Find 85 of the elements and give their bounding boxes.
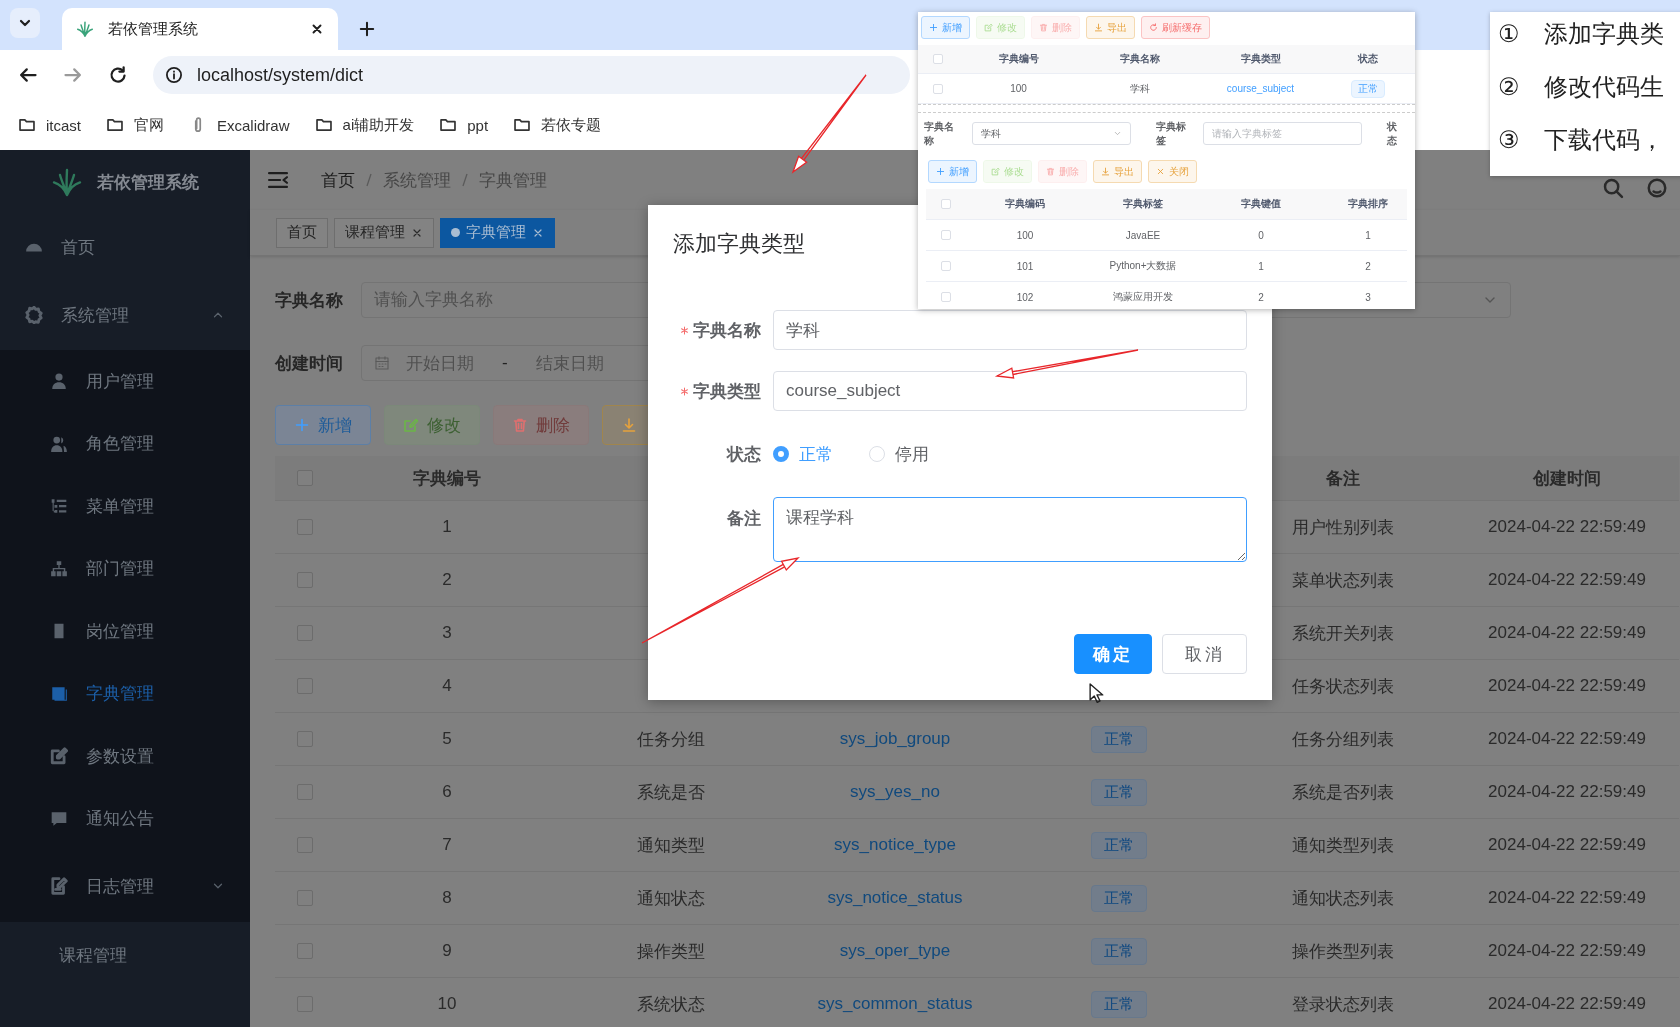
status-tag: 正常 [1091,990,1147,1018]
status-tag: 正常 [1091,831,1147,859]
column-header: 字典排序 [1348,197,1388,211]
field-label: 字典名称 [924,119,955,148]
table-cell: 学科 [1129,81,1150,96]
table-cell: 2024-04-22 22:59:49 [1488,729,1646,749]
table-cell-text: 任务分组 [637,728,705,751]
table-cell: 5 [442,729,452,749]
column-header: 字典类型 [1240,52,1281,66]
step-text: 下载代码， [1544,125,1664,155]
table-cell-text: 任务状态列表 [1292,675,1394,698]
field-label: 字典名称 [275,289,344,312]
app-title: 若依管理系统 [97,171,199,194]
table-cell: 3 [1365,291,1371,303]
step-number: ③ [1498,126,1521,154]
table-cell: 1 [1258,260,1264,272]
table-cell-text: 通知状态列表 [1292,887,1394,910]
table-cell-text: 操作类型 [637,940,705,963]
status-tag: 正常 [1091,725,1147,753]
column-header: 字典编号 [998,52,1039,66]
column-header: 字典编号 [413,467,481,490]
step-number: ② [1498,73,1521,101]
field-label: 状态 [727,443,761,466]
table-cell: 10 [437,994,457,1014]
field-label: 字典类型 [693,380,761,403]
table-cell-text: 用户性别列表 [1292,516,1394,539]
table-cell: 100 [1010,83,1027,94]
table-cell: 2 [1258,291,1264,303]
table-cell: 鸿蒙应用开发 [1113,290,1173,304]
table-cell: 2 [1365,260,1371,272]
table-cell: 2024-04-22 22:59:49 [1488,941,1646,961]
column-header: 创建时间 [1533,467,1601,490]
field-label: 状态 [1387,119,1399,148]
step-text: 添加字典类 [1544,19,1664,49]
table-cell: 2024-04-22 22:59:49 [1488,835,1646,855]
table-cell-text: 任务分组列表 [1292,728,1394,751]
table-cell-text: 通知类型列表 [1292,834,1394,857]
table-cell: 8 [442,888,452,908]
table-cell-text: 系统是否 [637,781,705,804]
table-cell: 2024-04-22 22:59:49 [1488,888,1646,908]
column-header: 字典编码 [1005,197,1045,211]
table-cell: JavaEE [1125,229,1161,241]
table-cell: 2024-04-22 22:59:49 [1488,517,1646,537]
status-tag: 正常 [1091,778,1147,806]
table-cell-text: 通知类型 [637,834,705,857]
column-header: 字典标签 [1123,197,1163,211]
field-label: 备注 [727,508,761,530]
table-cell: 101 [1016,260,1034,272]
table-cell: 2024-04-22 22:59:49 [1488,676,1646,696]
table-cell: 100 [1016,229,1034,241]
table-cell: 7 [442,835,452,855]
column-header: 字典键值 [1241,197,1281,211]
step-number: ① [1498,20,1521,48]
table-cell: 9 [442,941,452,961]
status-tag: 正常 [1091,884,1147,912]
column-header: 备注 [1326,467,1360,490]
field-label: 字典名称 [693,319,761,342]
field-label: 创建时间 [275,352,344,375]
table-cell: 1 [442,517,452,537]
table-cell-text: 系统开关列表 [1292,622,1394,645]
status-tag: 正常 [1351,79,1385,98]
table-cell-text: 登录状态列表 [1292,993,1394,1016]
table-cell-text: 系统是否列表 [1292,781,1394,804]
status-tag: 正常 [1091,937,1147,965]
table-cell: 3 [442,623,452,643]
table-cell: 102 [1016,291,1034,303]
table-cell: 2024-04-22 22:59:49 [1488,623,1646,643]
column-header: 字典名称 [1119,52,1160,66]
table-cell: Python+大数据 [1109,259,1177,273]
table-cell: 2 [442,570,452,590]
table-cell: 1 [1365,229,1371,241]
table-cell-text: 菜单状态列表 [1292,569,1394,592]
field-label: 字典标签 [1155,119,1187,148]
table-cell: 6 [442,782,452,802]
table-cell: 0 [1258,229,1264,241]
table-cell: 2024-04-22 22:59:49 [1488,570,1646,590]
table-cell-text: 系统状态 [637,993,705,1016]
table-cell-text: 操作类型列表 [1292,940,1394,963]
column-header: 状态 [1358,52,1378,66]
table-cell: 2024-04-22 22:59:49 [1488,994,1646,1014]
table-cell: 2024-04-22 22:59:49 [1488,782,1646,802]
table-cell-text: 通知状态 [637,887,705,910]
dialog-title: 添加字典类型 [673,230,805,258]
table-cell: 4 [442,676,452,696]
step-text: 修改代码生 [1544,72,1664,102]
